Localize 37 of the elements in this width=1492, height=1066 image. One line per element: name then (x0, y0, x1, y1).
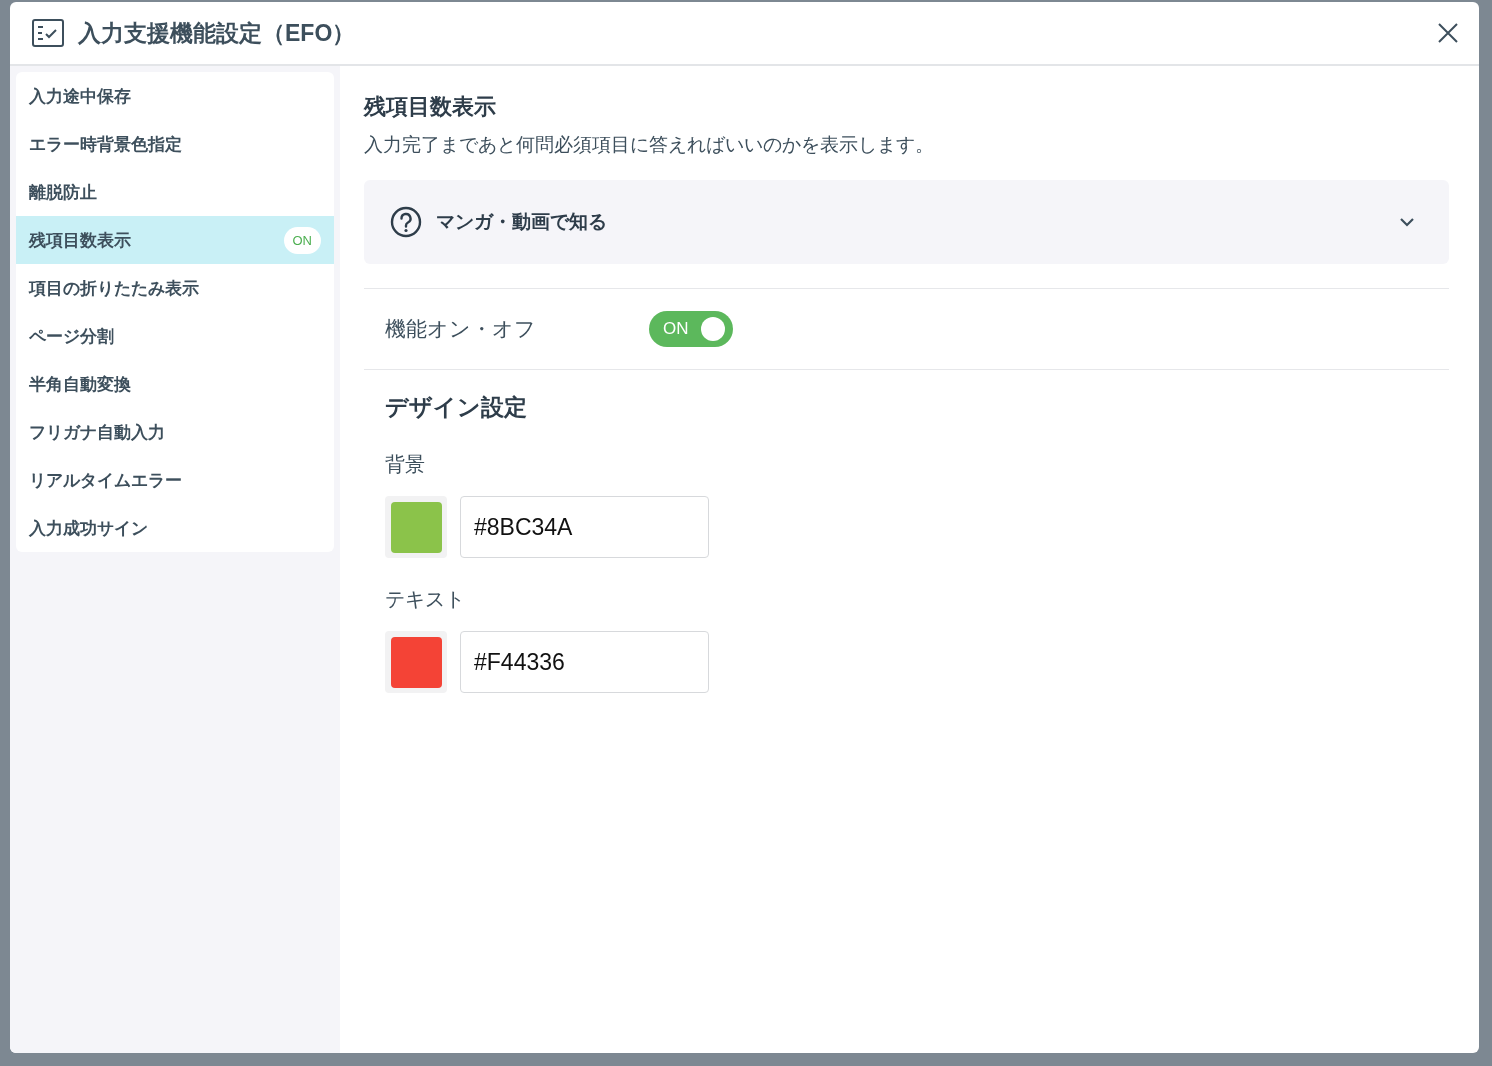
sidebar-item-label: リアルタイムエラー (29, 469, 182, 492)
toggle-label: 機能オン・オフ (385, 316, 537, 342)
sidebar-item[interactable]: 入力成功サイン (16, 504, 334, 552)
subsection-heading: デザイン設定 (385, 393, 528, 422)
section-heading: 残項目数表示 (364, 93, 497, 121)
sidebar-item[interactable]: 離脱防止 (16, 168, 334, 216)
color-input-field[interactable]: #8BC34A (460, 496, 709, 558)
sidebar-item[interactable]: 項目の折りたたみ表示 (16, 264, 334, 312)
field-label: テキスト (385, 587, 466, 612)
field-label: 背景 (385, 452, 426, 477)
sidebar-item-label: 半角自動変換 (29, 373, 131, 396)
sidebar-item-label: 入力途中保存 (29, 85, 131, 108)
sidebar-item[interactable]: エラー時背景色指定 (16, 120, 334, 168)
sidebar-item-label: 残項目数表示 (29, 229, 131, 252)
sidebar-item-label: フリガナ自動入力 (29, 421, 165, 444)
accordion-header[interactable]: マンガ・動画で知る (364, 180, 1449, 264)
sidebar-item-label: 項目の折りたたみ表示 (29, 277, 199, 300)
sidebar-item[interactable]: フリガナ自動入力 (16, 408, 334, 456)
sidebar-item-label: 入力成功サイン (29, 517, 148, 540)
color-input-field[interactable]: #F44336 (460, 631, 709, 693)
sidebar-item[interactable]: ページ分割 (16, 312, 334, 360)
accordion-label: マンガ・動画で知る (436, 210, 608, 234)
sidebar-item[interactable]: 入力途中保存 (16, 72, 334, 120)
checklist-icon (32, 19, 64, 47)
section-description: 入力完了まであと何問必須項目に答えればいいのかを表示します。 (364, 133, 935, 157)
sidebar-item[interactable]: 半角自動変換 (16, 360, 334, 408)
status-badge: ON (283, 226, 321, 254)
close-icon (1438, 23, 1458, 43)
sidebar-item-label: エラー時背景色指定 (29, 133, 182, 156)
chevron-icon (1399, 217, 1415, 227)
sidebar-item-label: 離脱防止 (29, 181, 97, 204)
sidebar-item[interactable]: 残項目数表示 ON (16, 216, 334, 264)
dialog-title: 入力支援機能設定（EFO） (78, 18, 357, 48)
sidebar-item[interactable]: リアルタイムエラー (16, 456, 334, 504)
help-icon (390, 206, 422, 238)
sidebar-item-label: ページ分割 (29, 325, 114, 348)
close-button[interactable] (1437, 22, 1459, 44)
